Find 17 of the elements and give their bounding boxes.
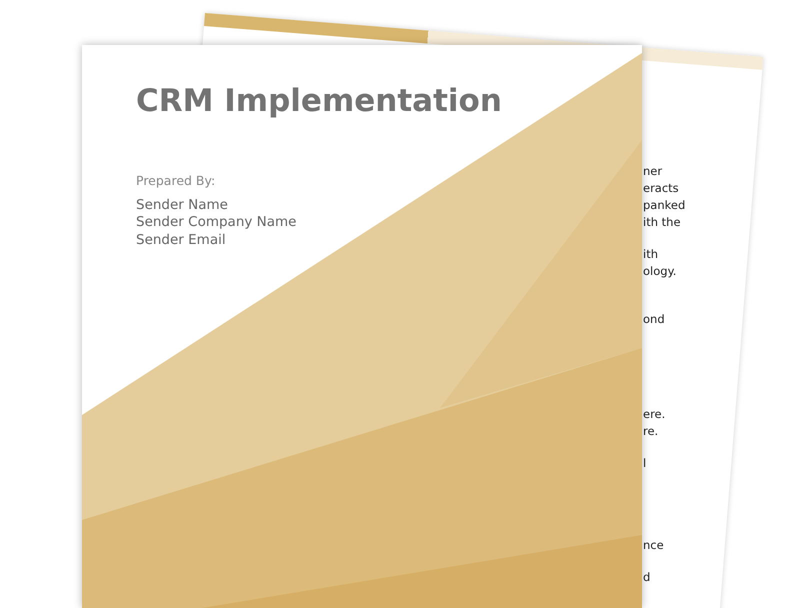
text-fragment: re. — [643, 423, 658, 440]
text-fragment: l — [643, 455, 646, 472]
prepared-by-label: Prepared By: — [136, 172, 216, 190]
sender-detail: Sender Email — [136, 232, 226, 250]
text-fragment: ner — [643, 163, 662, 180]
text-fragment: ond — [643, 311, 665, 328]
text-fragment: ith the — [643, 214, 681, 231]
sender-detail: Sender Company Name — [136, 214, 296, 232]
text-fragment: d — [643, 569, 650, 586]
document-title: CRM Implementation — [136, 83, 502, 120]
text-fragment: eracts — [643, 180, 679, 197]
text-fragment: ere. — [643, 406, 666, 423]
text-fragment: panked — [643, 197, 686, 214]
text-fragment: ology. — [643, 263, 676, 280]
text-fragment: ith — [643, 246, 658, 263]
sender-detail: Sender Name — [136, 196, 228, 214]
text-fragment: nce — [643, 537, 664, 554]
